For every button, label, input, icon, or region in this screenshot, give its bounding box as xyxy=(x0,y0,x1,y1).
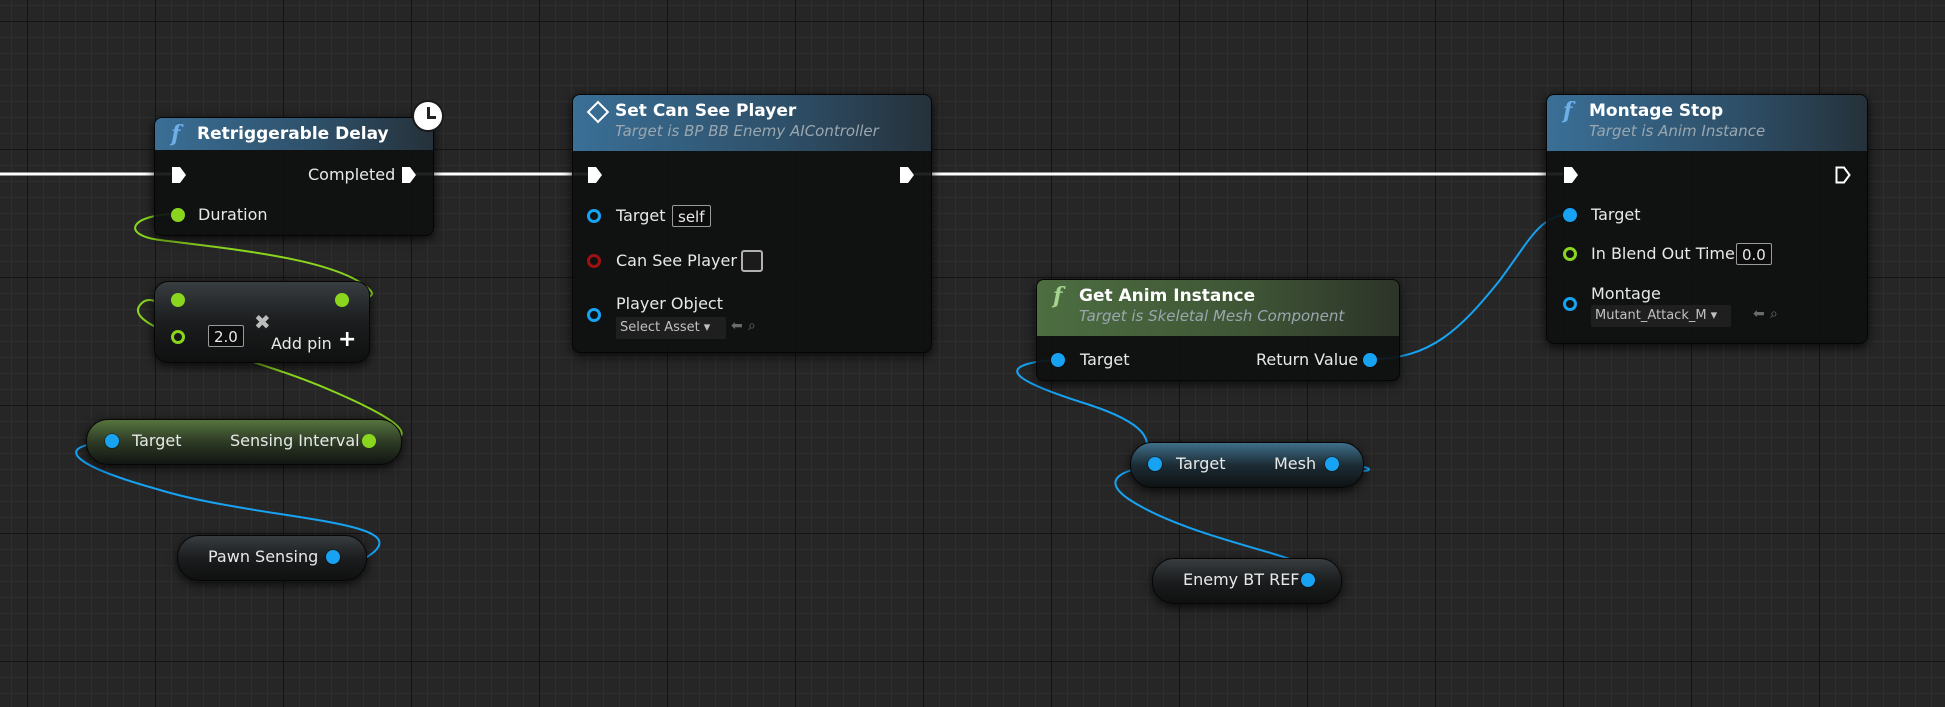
return-value-pin[interactable] xyxy=(1363,353,1377,367)
function-icon: f xyxy=(1053,283,1063,309)
enemy-bt-ref-variable[interactable]: Enemy BT REF xyxy=(1152,558,1342,604)
target-pin[interactable] xyxy=(1563,208,1577,222)
node-subtitle: Target is Skeletal Mesh Component xyxy=(1079,307,1345,325)
player-object-pin[interactable] xyxy=(587,308,601,322)
montage-asset-value: Mutant_Attack_M xyxy=(1595,308,1707,323)
blend-out-time-pin[interactable] xyxy=(1563,247,1577,261)
return-value-label: Return Value xyxy=(1256,350,1359,369)
sensing-interval-node[interactable]: Target Sensing Interval xyxy=(86,419,402,465)
player-object-label: Player Object xyxy=(616,294,723,313)
input-a-pin[interactable] xyxy=(171,293,185,307)
output-pin[interactable] xyxy=(335,293,349,307)
asset-select-dropdown[interactable]: Select Asset ▾ xyxy=(616,317,726,339)
multiply-node[interactable]: 2.0 ✖ Add pin + xyxy=(154,281,370,363)
arrow-left-icon[interactable]: ⬅ xyxy=(1753,306,1765,322)
target-pin[interactable] xyxy=(587,209,601,223)
target-label: Target xyxy=(132,431,182,450)
close-icon[interactable]: ✖ xyxy=(254,310,271,334)
node-header: f Montage Stop Target is Anim Instance xyxy=(1547,95,1867,151)
target-value-field[interactable]: self xyxy=(672,205,711,227)
target-label: Target xyxy=(1176,454,1226,473)
node-title: Get Anim Instance xyxy=(1079,286,1256,306)
node-subtitle: Target is BP BB Enemy AIController xyxy=(615,122,879,140)
arrow-left-icon[interactable]: ⬅ xyxy=(731,318,743,334)
add-pin-label[interactable]: Add pin xyxy=(271,335,332,353)
enemy-bt-ref-pin[interactable] xyxy=(1301,573,1315,587)
target-pin[interactable] xyxy=(1051,353,1065,367)
input-b-pin[interactable] xyxy=(171,330,185,344)
completed-label: Completed xyxy=(308,165,396,184)
montage-asset-dropdown[interactable]: Mutant_Attack_M ▾ xyxy=(1591,305,1731,327)
exec-output-pin[interactable] xyxy=(1835,166,1851,184)
search-icon[interactable]: ⌕ xyxy=(748,318,756,334)
node-header: f Get Anim Instance Target is Skeletal M… xyxy=(1037,280,1399,336)
exec-input-pin[interactable] xyxy=(171,166,187,184)
pawn-sensing-variable[interactable]: Pawn Sensing xyxy=(177,535,367,581)
diamond-icon xyxy=(586,100,610,124)
montage-pin[interactable] xyxy=(1563,297,1577,311)
pawn-sensing-pin[interactable] xyxy=(326,550,340,564)
exec-output-pin[interactable] xyxy=(899,166,915,184)
node-title: Retriggerable Delay xyxy=(197,124,389,144)
input-b-value[interactable]: 2.0 xyxy=(208,325,244,347)
exec-input-pin[interactable] xyxy=(587,166,603,184)
node-subtitle: Target is Anim Instance xyxy=(1589,122,1766,140)
chevron-down-icon: ▾ xyxy=(703,320,711,335)
clock-icon xyxy=(412,100,444,132)
chevron-down-icon: ▾ xyxy=(1710,308,1718,323)
set-can-see-player-node[interactable]: Set Can See Player Target is BP BB Enemy… xyxy=(572,94,932,353)
node-header: f Retriggerable Delay xyxy=(155,118,433,150)
node-title: Set Can See Player xyxy=(615,101,797,121)
blend-out-time-label: In Blend Out Time xyxy=(1591,244,1735,263)
exec-input-pin[interactable] xyxy=(1563,166,1579,184)
function-icon: f xyxy=(171,121,181,147)
node-title: Montage Stop xyxy=(1589,101,1724,121)
montage-label: Montage xyxy=(1591,284,1661,303)
exec-output-pin[interactable] xyxy=(401,166,417,184)
mesh-label: Mesh xyxy=(1274,454,1317,473)
sensing-interval-label: Sensing Interval xyxy=(230,431,360,450)
montage-stop-node[interactable]: f Montage Stop Target is Anim Instance T… xyxy=(1546,94,1868,344)
mesh-pin[interactable] xyxy=(1325,457,1339,471)
can-see-player-pin[interactable] xyxy=(587,254,601,268)
get-mesh-node[interactable]: Target Mesh xyxy=(1130,442,1364,488)
duration-pin[interactable] xyxy=(171,208,185,222)
sensing-interval-pin[interactable] xyxy=(362,434,376,448)
asset-placeholder: Select Asset xyxy=(620,320,700,335)
node-header: Set Can See Player Target is BP BB Enemy… xyxy=(573,95,931,151)
object-wire xyxy=(1371,213,1573,360)
can-see-player-label: Can See Player xyxy=(616,251,737,270)
blend-out-time-field[interactable]: 0.0 xyxy=(1736,243,1772,265)
target-pin[interactable] xyxy=(1148,457,1162,471)
plus-icon[interactable]: + xyxy=(338,329,356,351)
target-label: Target xyxy=(1080,350,1130,369)
target-label: Target xyxy=(616,206,666,225)
target-pin[interactable] xyxy=(105,434,119,448)
retriggerable-delay-node[interactable]: f Retriggerable Delay Completed Duration xyxy=(154,117,434,236)
pawn-sensing-label: Pawn Sensing xyxy=(208,547,319,566)
duration-label: Duration xyxy=(198,205,268,224)
function-icon: f xyxy=(1563,98,1573,124)
search-icon[interactable]: ⌕ xyxy=(1770,306,1778,322)
enemy-bt-ref-label: Enemy BT REF xyxy=(1183,570,1300,589)
target-label: Target xyxy=(1591,205,1641,224)
get-anim-instance-node[interactable]: f Get Anim Instance Target is Skeletal M… xyxy=(1036,279,1400,381)
can-see-player-checkbox[interactable] xyxy=(741,250,763,272)
